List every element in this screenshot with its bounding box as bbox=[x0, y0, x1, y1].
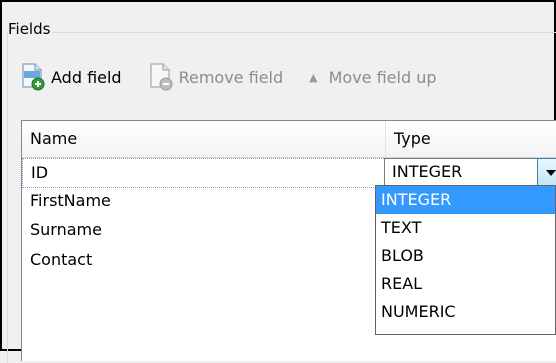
remove-document-icon bbox=[149, 63, 173, 91]
dropdown-option-numeric[interactable]: NUMERIC bbox=[376, 298, 555, 326]
type-combobox[interactable]: INTEGER bbox=[384, 158, 556, 186]
add-document-icon bbox=[22, 63, 45, 91]
column-header-type[interactable]: Type bbox=[386, 121, 556, 157]
move-field-up-button[interactable]: ▲ Move field up bbox=[309, 68, 436, 87]
add-field-label: Add field bbox=[51, 67, 122, 87]
field-name-cell[interactable]: Contact bbox=[30, 246, 92, 274]
fields-toolbar: Add field Remove field ▲ Move field up bbox=[20, 60, 463, 94]
remove-field-label: Remove field bbox=[178, 67, 284, 87]
dropdown-option-integer[interactable]: INTEGER bbox=[376, 186, 555, 214]
add-field-button[interactable]: Add field bbox=[20, 63, 122, 91]
dropdown-option-real[interactable]: REAL bbox=[376, 270, 555, 298]
dropdown-option-blob[interactable]: BLOB bbox=[376, 242, 555, 270]
column-header-name[interactable]: Name bbox=[22, 121, 386, 157]
remove-field-button[interactable]: Remove field bbox=[148, 63, 284, 91]
move-field-up-label: Move field up bbox=[328, 67, 437, 87]
field-name-cell[interactable]: FirstName bbox=[30, 187, 111, 215]
type-combobox-value: INTEGER bbox=[392, 162, 463, 181]
group-title: Fields bbox=[8, 20, 53, 38]
arrow-up-icon: ▲ bbox=[309, 70, 318, 84]
dropdown-option-text[interactable]: TEXT bbox=[376, 214, 555, 242]
field-name-cell[interactable]: Surname bbox=[30, 216, 102, 244]
field-name-cell[interactable]: ID bbox=[31, 159, 48, 187]
type-dropdown-list: INTEGER TEXT BLOB REAL NUMERIC bbox=[375, 185, 556, 335]
table-header: Name Type bbox=[22, 121, 556, 158]
chevron-down-icon bbox=[546, 170, 556, 176]
dropdown-button[interactable] bbox=[537, 158, 556, 186]
